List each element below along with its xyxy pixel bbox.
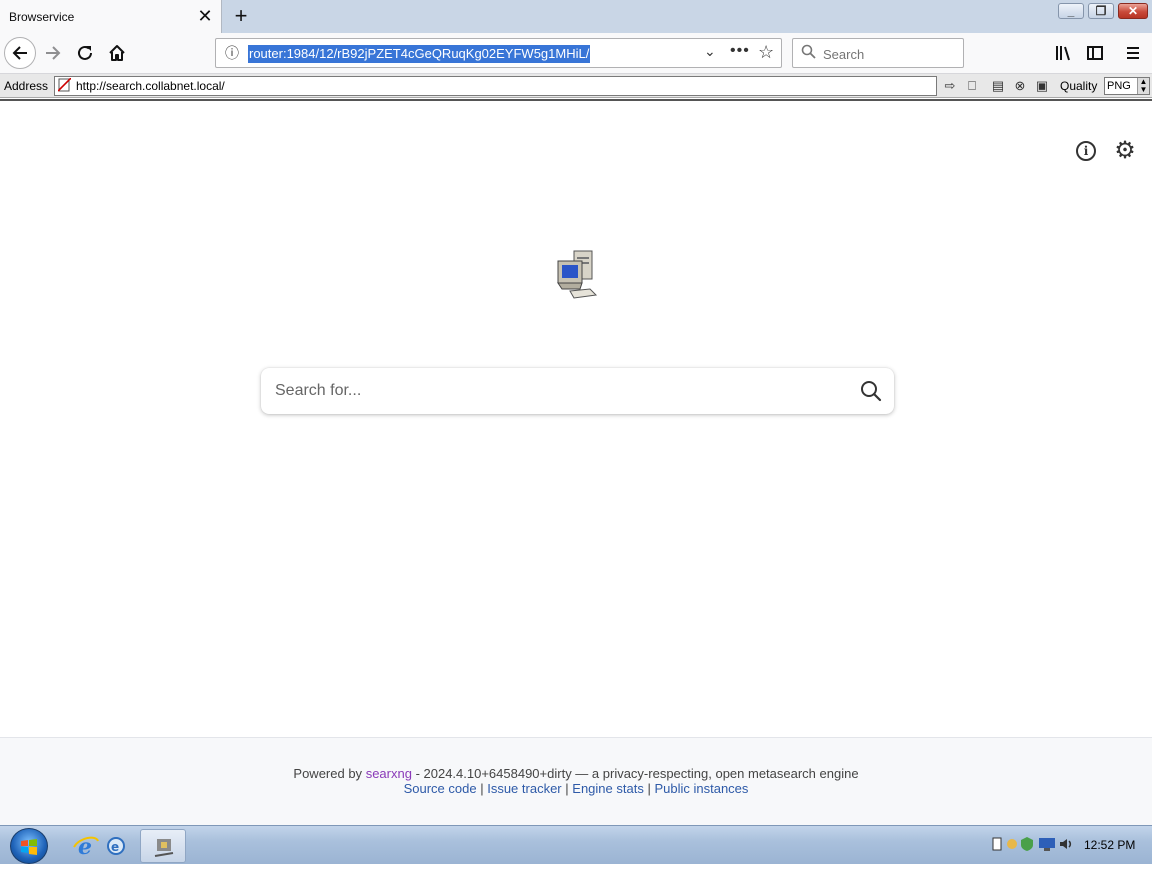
public-instances-link[interactable]: Public instances — [654, 781, 748, 796]
arrow-left-icon — [12, 46, 27, 60]
hamburger-menu-icon — [1127, 47, 1139, 59]
taskbar-browser-2[interactable]: e — [98, 829, 138, 863]
reload-button[interactable] — [70, 38, 100, 68]
library-icon — [1056, 46, 1070, 61]
forward-button[interactable] — [38, 38, 68, 68]
find-binoculars-icon[interactable]: ⊗ — [1011, 77, 1029, 95]
address-toolbar: Address http://search.collabnet.local/ ⇨… — [0, 74, 1152, 98]
insecure-page-icon — [57, 77, 72, 94]
minimize-button[interactable]: _ — [1058, 3, 1084, 19]
footer-links: Source code | Issue tracker | Engine sta… — [0, 781, 1152, 796]
new-tab-button[interactable]: + — [229, 3, 253, 29]
tray-network-tool-icon[interactable] — [1005, 836, 1019, 852]
clipboard-icon[interactable]: ▣ — [1033, 77, 1051, 95]
close-icon: ✕ — [1127, 4, 1139, 18]
library-button[interactable] — [1048, 38, 1078, 68]
browservice-app-icon — [154, 839, 174, 857]
page-actions-icon[interactable]: ••• — [730, 42, 750, 60]
bookmark-icon[interactable]: ⎕ — [963, 77, 981, 95]
browser-search-input[interactable] — [823, 45, 953, 63]
sidebar-icon — [1087, 46, 1103, 60]
url-text[interactable]: router:1984/12/rB92jPZET4cGeQRuqKg02EYFW… — [248, 45, 591, 63]
taskbar-browservice-active[interactable] — [140, 829, 186, 863]
home-icon — [109, 45, 125, 61]
tray-volume-icon[interactable] — [1058, 836, 1074, 852]
page-footer: Powered by searxng - 2024.4.10+6458490+d… — [0, 737, 1152, 825]
address-field[interactable]: http://search.collabnet.local/ — [54, 76, 937, 96]
address-label: Address — [4, 79, 49, 93]
version-text: - 2024.4.10+6458490+dirty — a privacy-re… — [415, 766, 859, 781]
restore-button[interactable]: ❐ — [1088, 3, 1114, 19]
bookmark-star-icon[interactable]: ☆ — [758, 42, 774, 63]
tab-browservice[interactable]: Browservice ✕ — [0, 0, 222, 33]
search-input[interactable] — [275, 380, 835, 402]
footer-powered-line: Powered by searxng - 2024.4.10+6458490+d… — [0, 766, 1152, 781]
searxng-link[interactable]: searxng — [366, 766, 412, 781]
spinner-arrows-icon[interactable]: ▲ ▼ — [1137, 78, 1149, 94]
search-icon — [801, 44, 816, 63]
preferences-gear-icon[interactable]: ⚙ — [1113, 139, 1137, 163]
quality-value: PNG — [1107, 80, 1131, 92]
engine-stats-link[interactable]: Engine stats — [572, 781, 644, 796]
minimize-icon: _ — [1067, 4, 1075, 18]
computer-logo-icon — [557, 250, 598, 299]
site-info-icon[interactable]: ⓘ — [224, 45, 240, 61]
reload-icon — [78, 45, 92, 60]
page-content: i ⚙ Powered by searxng - 2024.4.10+64584… — [0, 99, 1152, 825]
address-url[interactable]: http://search.collabnet.local/ — [76, 79, 225, 93]
tray-security-icon[interactable] — [1020, 836, 1034, 852]
navigation-toolbar: ⓘ router:1984/12/rB92jPZET4cGeQRuqKg02EY… — [0, 33, 1152, 74]
sidebar-toggle-button[interactable] — [1080, 38, 1110, 68]
tray-network-icon[interactable] — [1038, 836, 1056, 852]
footer-separator: | — [565, 781, 569, 796]
back-button[interactable] — [4, 37, 36, 69]
tray-flag-icon[interactable] — [990, 836, 1004, 852]
tab-close-icon[interactable]: ✕ — [197, 6, 213, 26]
windows-logo-icon — [21, 839, 37, 855]
menu-button[interactable] — [1118, 38, 1148, 68]
windows-taskbar: e e 12:52 PM — [0, 825, 1152, 864]
go-arrow-icon[interactable]: ⇨ — [941, 77, 959, 95]
restore-icon: ❐ — [1095, 4, 1107, 18]
browser-search-bar[interactable] — [792, 38, 964, 68]
close-window-button[interactable]: ✕ — [1118, 3, 1148, 19]
browser-globe-icon: e — [107, 837, 125, 855]
about-info-icon[interactable]: i — [1076, 141, 1096, 161]
footer-separator: | — [647, 781, 651, 796]
footer-separator: | — [480, 781, 484, 796]
url-bar[interactable]: ⓘ router:1984/12/rB92jPZET4cGeQRuqKg02EY… — [215, 38, 782, 68]
tab-title: Browservice — [9, 10, 75, 24]
arrow-right-icon — [46, 46, 61, 60]
tab-bar: Browservice ✕ + _ ❐ ✕ — [0, 0, 1152, 33]
quality-select[interactable]: PNG ▲ ▼ — [1104, 77, 1150, 95]
start-button[interactable] — [10, 828, 48, 864]
search-form — [261, 368, 894, 414]
save-page-icon[interactable]: ▤ — [989, 77, 1007, 95]
issue-tracker-link[interactable]: Issue tracker — [487, 781, 561, 796]
svg-text:e: e — [111, 840, 119, 854]
search-icon[interactable] — [859, 379, 883, 403]
home-button[interactable] — [102, 38, 132, 68]
chevron-down-icon[interactable]: ⌄ — [704, 43, 716, 60]
powered-by-text: Powered by — [293, 766, 363, 781]
taskbar-clock[interactable]: 12:52 PM — [1084, 838, 1135, 852]
source-code-link[interactable]: Source code — [404, 781, 477, 796]
quality-label: Quality — [1060, 79, 1098, 93]
